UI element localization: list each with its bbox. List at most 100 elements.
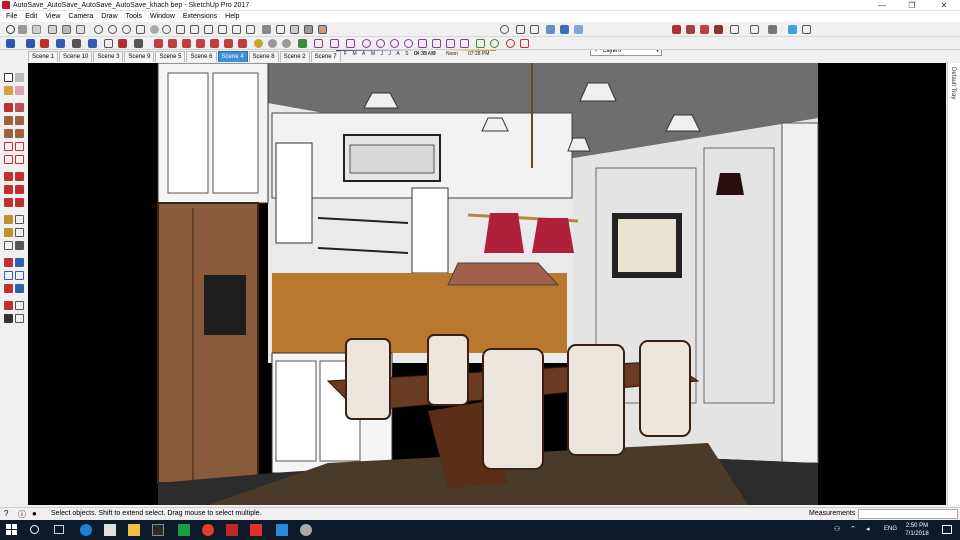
zoom-extents-icon[interactable]: [4, 284, 13, 293]
plugin-tool-icon[interactable]: [182, 39, 191, 48]
plugin-tool-icon[interactable]: [88, 39, 97, 48]
position-camera-icon[interactable]: [500, 25, 509, 34]
right-view-icon[interactable]: [218, 25, 227, 34]
curve-tool-icon[interactable]: [520, 39, 529, 48]
circle-icon[interactable]: [4, 129, 13, 138]
rendered-scene[interactable]: [28, 63, 946, 505]
clock[interactable]: 2:50 PM 7/1/2018: [900, 522, 934, 538]
rectangle-icon[interactable]: [4, 116, 13, 125]
rotated-rectangle-icon[interactable]: [15, 116, 24, 125]
xray-icon[interactable]: [262, 25, 271, 34]
section-display-icon[interactable]: [560, 25, 569, 34]
select-icon[interactable]: [4, 73, 13, 82]
style-builder-icon[interactable]: [768, 25, 777, 34]
materials-icon[interactable]: [788, 25, 797, 34]
plugin-tool-icon[interactable]: [118, 39, 127, 48]
zoom-window-icon[interactable]: [15, 271, 24, 280]
maximize-button[interactable]: ❐: [898, 0, 926, 11]
orbit-icon[interactable]: [94, 25, 103, 34]
move-icon[interactable]: [4, 172, 13, 181]
curve-tool-icon[interactable]: [346, 39, 355, 48]
acrobat-icon[interactable]: [250, 524, 262, 536]
rectangle-icon[interactable]: [76, 25, 85, 34]
menu-window[interactable]: Window: [146, 11, 179, 22]
section-plane-icon[interactable]: [15, 314, 24, 323]
edge-browser-icon[interactable]: [80, 524, 92, 536]
menu-extensions[interactable]: Extensions: [179, 11, 221, 22]
people-icon[interactable]: ⚇: [834, 525, 840, 533]
box-icon[interactable]: [48, 25, 57, 34]
share-component-icon[interactable]: [700, 25, 709, 34]
zoom-icon[interactable]: [4, 271, 13, 280]
eraser-icon[interactable]: [15, 86, 24, 95]
scene-tab[interactable]: Scene 2: [279, 51, 310, 62]
app-icon[interactable]: [300, 524, 312, 536]
plugin-tool-icon[interactable]: [298, 39, 307, 48]
warehouse-icon[interactable]: [672, 25, 681, 34]
scene-tab[interactable]: Scene 7: [310, 51, 341, 62]
plugin-tool-icon[interactable]: [26, 39, 35, 48]
select-icon[interactable]: [6, 25, 15, 34]
push-pull-icon[interactable]: [62, 25, 71, 34]
components-icon[interactable]: [802, 25, 811, 34]
default-tray-label[interactable]: Default Tray: [950, 67, 956, 99]
section-cuts-icon[interactable]: [574, 25, 583, 34]
app-icon[interactable]: [178, 524, 190, 536]
protractor-icon[interactable]: [4, 228, 13, 237]
menu-draw[interactable]: Draw: [97, 11, 121, 22]
curve-tool-icon[interactable]: [506, 39, 515, 48]
top-view-icon[interactable]: [190, 25, 199, 34]
zoom-extents-icon[interactable]: [136, 25, 145, 34]
polygon-icon[interactable]: [15, 129, 24, 138]
eraser-icon[interactable]: [32, 25, 41, 34]
follow-me-icon[interactable]: [15, 185, 24, 194]
rotate-icon[interactable]: [4, 185, 13, 194]
previous-view-icon[interactable]: [150, 25, 159, 34]
look-around-icon[interactable]: [530, 25, 539, 34]
menu-view[interactable]: View: [41, 11, 64, 22]
measurements-input[interactable]: [858, 509, 958, 519]
offset-icon[interactable]: [15, 198, 24, 207]
curve-tool-icon[interactable]: [432, 39, 441, 48]
file-explorer-icon[interactable]: [128, 524, 140, 536]
front-view-icon[interactable]: [204, 25, 213, 34]
arc-3pt-icon[interactable]: [4, 155, 13, 164]
previous-icon[interactable]: [15, 284, 24, 293]
close-button[interactable]: ✕: [930, 0, 958, 11]
plugin-tool-icon[interactable]: [6, 39, 15, 48]
zoom-icon[interactable]: [122, 25, 131, 34]
arc-icon[interactable]: [4, 142, 13, 151]
curve-tool-icon[interactable]: [314, 39, 323, 48]
scene-tab-active[interactable]: Scene 4: [217, 51, 248, 62]
curve-tool-icon[interactable]: [476, 39, 485, 48]
drawing-viewport[interactable]: [28, 63, 946, 505]
component-icon[interactable]: [15, 73, 24, 82]
task-view-icon[interactable]: [54, 525, 64, 534]
walk-icon[interactable]: [4, 314, 13, 323]
shaded-icon[interactable]: [304, 25, 313, 34]
user-icon[interactable]: ●: [32, 509, 37, 518]
layout-icon[interactable]: [750, 25, 759, 34]
search-icon[interactable]: [30, 525, 39, 534]
scene-tab[interactable]: Scene 6: [186, 51, 217, 62]
curve-tool-icon[interactable]: [446, 39, 455, 48]
wireframe-icon[interactable]: [276, 25, 285, 34]
curve-tool-icon[interactable]: [404, 39, 413, 48]
extension-warehouse-icon[interactable]: [714, 25, 723, 34]
next-view-icon[interactable]: [162, 25, 171, 34]
paint-bucket-icon[interactable]: [4, 86, 13, 95]
shaded-textures-icon[interactable]: [318, 25, 327, 34]
3d-text-icon[interactable]: [15, 241, 24, 250]
menu-tools[interactable]: Tools: [122, 11, 146, 22]
plugin-tool-icon[interactable]: [196, 39, 205, 48]
curve-tool-icon[interactable]: [376, 39, 385, 48]
menu-file[interactable]: File: [2, 11, 21, 22]
scene-tab[interactable]: Scene 5: [155, 51, 186, 62]
plugin-tool-icon[interactable]: [224, 39, 233, 48]
info-icon[interactable]: ⓘ: [18, 509, 26, 520]
pan-icon[interactable]: [15, 258, 24, 267]
plugin-tool-icon[interactable]: [238, 39, 247, 48]
menu-camera[interactable]: Camera: [64, 11, 97, 22]
notifications-icon[interactable]: [942, 525, 952, 534]
plugin-tool-icon[interactable]: [282, 39, 291, 48]
